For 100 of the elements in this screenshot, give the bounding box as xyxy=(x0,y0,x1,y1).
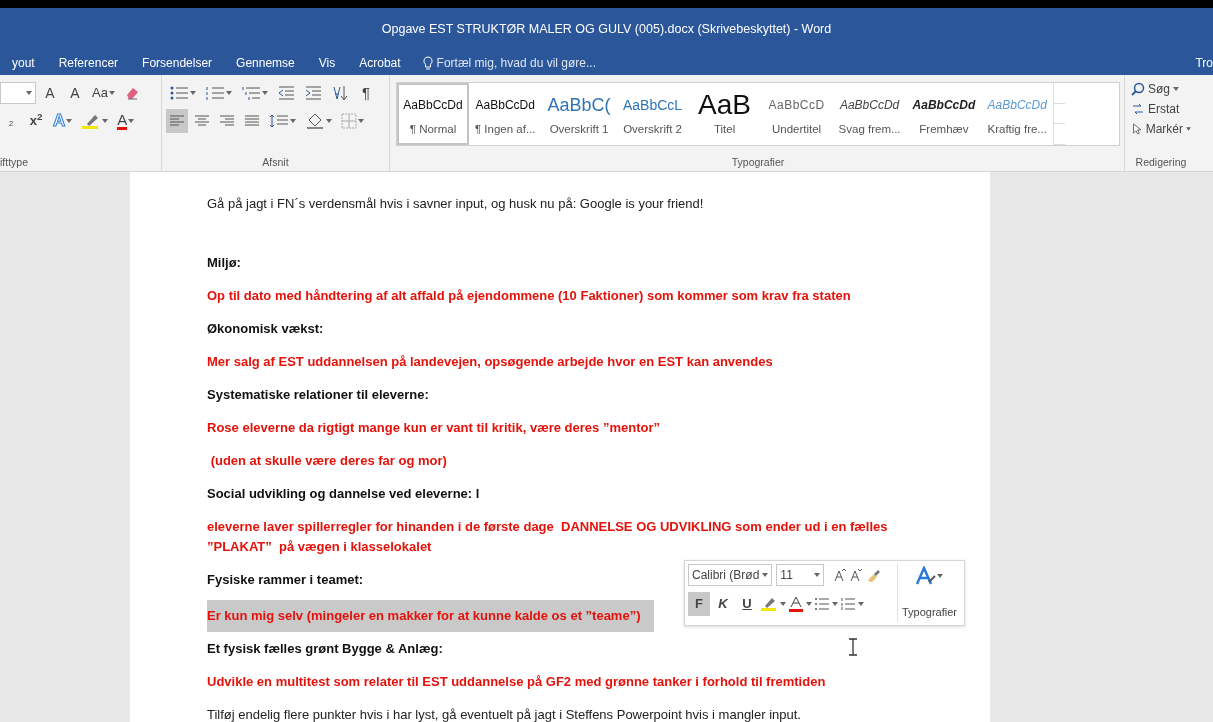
font-size-field[interactable]: 11 xyxy=(776,564,825,586)
style-option[interactable]: AaBbCcD Undertitel xyxy=(760,83,833,145)
italic-button[interactable]: K xyxy=(712,592,734,616)
font-color-button[interactable]: A xyxy=(114,109,138,133)
font-name-field[interactable]: Calibri (Brød xyxy=(688,564,773,586)
caret-icon xyxy=(128,119,135,123)
show-marks-button[interactable]: ¶ xyxy=(355,81,377,105)
lightbulb-icon xyxy=(422,55,433,70)
caret-icon xyxy=(780,602,786,606)
caret-icon xyxy=(1186,127,1191,131)
change-case-button[interactable]: Aa xyxy=(89,81,118,105)
caret-icon xyxy=(102,119,109,123)
search-icon xyxy=(1131,82,1145,96)
section-heading: Systematiske relationer til eleverne: xyxy=(207,386,429,404)
style-option[interactable]: AaBbCcDd ¶ Ingen af... xyxy=(469,83,542,145)
align-center-icon xyxy=(194,113,210,129)
font-size-dropdown[interactable] xyxy=(0,82,36,104)
text-cursor-icon xyxy=(848,638,858,656)
find-button[interactable]: Søg xyxy=(1129,79,1193,99)
format-painter-icon xyxy=(866,568,881,582)
numbered-list-icon xyxy=(840,597,856,611)
section-heading: Miljø: xyxy=(207,254,241,272)
caret-icon xyxy=(26,91,32,95)
caret-icon xyxy=(226,91,232,95)
font-color-icon xyxy=(788,596,804,612)
superscript-button[interactable]: x$^{2}$ xyxy=(25,109,47,133)
bullet-list-icon xyxy=(814,597,830,611)
style-option[interactable]: AaBbCcDd Fremhæv xyxy=(906,83,982,145)
paragraph: (uden at skulle være deres far og mor) xyxy=(209,452,447,470)
increase-indent-icon xyxy=(304,85,322,101)
caret-icon xyxy=(290,119,296,123)
style-option[interactable]: AaBbCcDd Svag frem... xyxy=(832,83,907,145)
paragraph: eleverne laver spillerregler for hinanden i de første dage DANNELSE OG UDVIKLING som ender ud i en fælles ”PLAKAT” på vægen i klasselokalet xyxy=(207,518,889,556)
paragraph: Udvikle en multitest som relater til EST uddannelse på GF2 med grønne tanker i forhold til fremtiden xyxy=(207,673,826,691)
caret-icon xyxy=(66,119,73,123)
section-heading: Social udvikling og dannelse ved eleverne: l xyxy=(207,485,480,503)
style-option[interactable]: AaBbCcDd ¶ Normal xyxy=(397,83,469,145)
justify-icon xyxy=(244,113,260,129)
style-option[interactable]: AaBbC( Overskrift 1 xyxy=(541,83,617,145)
replace-button[interactable]: Erstat xyxy=(1129,99,1193,119)
group-label: Afsnit xyxy=(261,155,290,170)
grow-font-button[interactable]: A xyxy=(39,81,61,105)
sort-icon xyxy=(331,84,349,102)
ribbon-tab[interactable]: Forsendelser xyxy=(130,53,225,72)
ribbon-tab[interactable]: Vis xyxy=(306,53,348,72)
paragraph: Rose eleverne da rigtigt mange kun er vant til kritik, være deres ”mentor” xyxy=(207,419,660,437)
group-label: ifttype xyxy=(0,155,29,170)
multilevel-list-icon xyxy=(241,85,261,101)
paragraph: Er kun mig selv (mingeler en makker for at kunne kalde os et ”teame”) xyxy=(207,600,655,632)
line-spacing-icon xyxy=(269,113,289,129)
group-label: Redigering xyxy=(1134,155,1188,170)
style-option[interactable]: AaBbCcDd Kraftig fre... xyxy=(981,83,1054,145)
ribbon-tab[interactable]: Gennemse xyxy=(224,53,307,72)
paragraph: Gå på jagt i FN´s verdensmål hvis i savner input, og husk nu på: Google is your friend! xyxy=(207,195,704,213)
section-heading: Et fysisk fælles grønt Bygge & Anlæg: xyxy=(207,640,443,658)
bullet-list-icon xyxy=(169,85,189,101)
section-heading: Fysiske rammer i teamet: xyxy=(207,571,364,589)
caret-icon xyxy=(326,119,332,123)
style-option[interactable]: AaBbCcL Overskrift 2 xyxy=(616,83,689,145)
grow-font-icon xyxy=(834,568,847,582)
borders-icon xyxy=(341,113,357,129)
highlighter-icon xyxy=(760,596,778,612)
paragraph: Mer salg af EST uddannelsen på landevejen, opsøgende arbejde hvor en EST kan anvendes xyxy=(207,353,773,371)
pointer-icon xyxy=(1131,122,1143,136)
paint-bucket-icon xyxy=(305,112,325,130)
caret-icon xyxy=(262,91,268,95)
gallery-scrollbar[interactable] xyxy=(1053,83,1066,145)
window-title: Opgave EST STRUKTØR MALER OG GULV (005).docx (Skrivebeskyttet) - Word xyxy=(381,20,832,38)
group-label: Typografier xyxy=(730,155,786,170)
bold-button[interactable]: F xyxy=(688,592,710,616)
align-left-icon xyxy=(169,113,185,129)
section-heading: Økonomisk vækst: xyxy=(207,320,324,338)
numbered-list-icon xyxy=(205,85,225,101)
styles-icon xyxy=(915,566,938,586)
ribbon-tab[interactable]: yout xyxy=(0,53,47,72)
caret-icon xyxy=(762,573,769,577)
caret-icon xyxy=(358,119,364,123)
account-name[interactable]: Tro xyxy=(1195,53,1213,72)
caret-icon xyxy=(1173,87,1179,91)
decrease-indent-icon xyxy=(277,85,295,101)
styles-button[interactable]: Typografier xyxy=(896,564,961,622)
replace-icon xyxy=(1131,102,1145,116)
style-option[interactable]: AaB Titel xyxy=(688,83,761,145)
ribbon-tab[interactable]: Acrobat xyxy=(347,53,413,72)
shrink-font-button[interactable]: A xyxy=(64,81,86,105)
caret-icon xyxy=(937,574,944,578)
caret-icon xyxy=(108,91,115,95)
caret-icon xyxy=(806,602,812,606)
paragraph: Op til dato med håndtering af alt affald på ejendommene (10 Faktioner) som kommer som krav fra staten xyxy=(207,287,851,305)
caret-icon xyxy=(832,602,838,606)
align-right-icon xyxy=(219,113,235,129)
tell-me-field[interactable]: Fortæl mig, hvad du vil gøre... xyxy=(422,53,596,72)
caret-icon xyxy=(858,602,864,606)
caret-icon xyxy=(814,573,821,577)
paragraph: Tilføj endelig flere punkter hvis i har lyst, gå eventuelt på jagt i Steffens Powerpoint hvis i mangler input. xyxy=(207,706,801,722)
shrink-font-icon xyxy=(850,568,863,582)
underline-button[interactable]: U xyxy=(736,592,758,616)
ribbon-tab[interactable]: Referencer xyxy=(46,53,131,72)
select-button[interactable]: Markér xyxy=(1129,119,1193,139)
caret-icon xyxy=(190,91,196,95)
